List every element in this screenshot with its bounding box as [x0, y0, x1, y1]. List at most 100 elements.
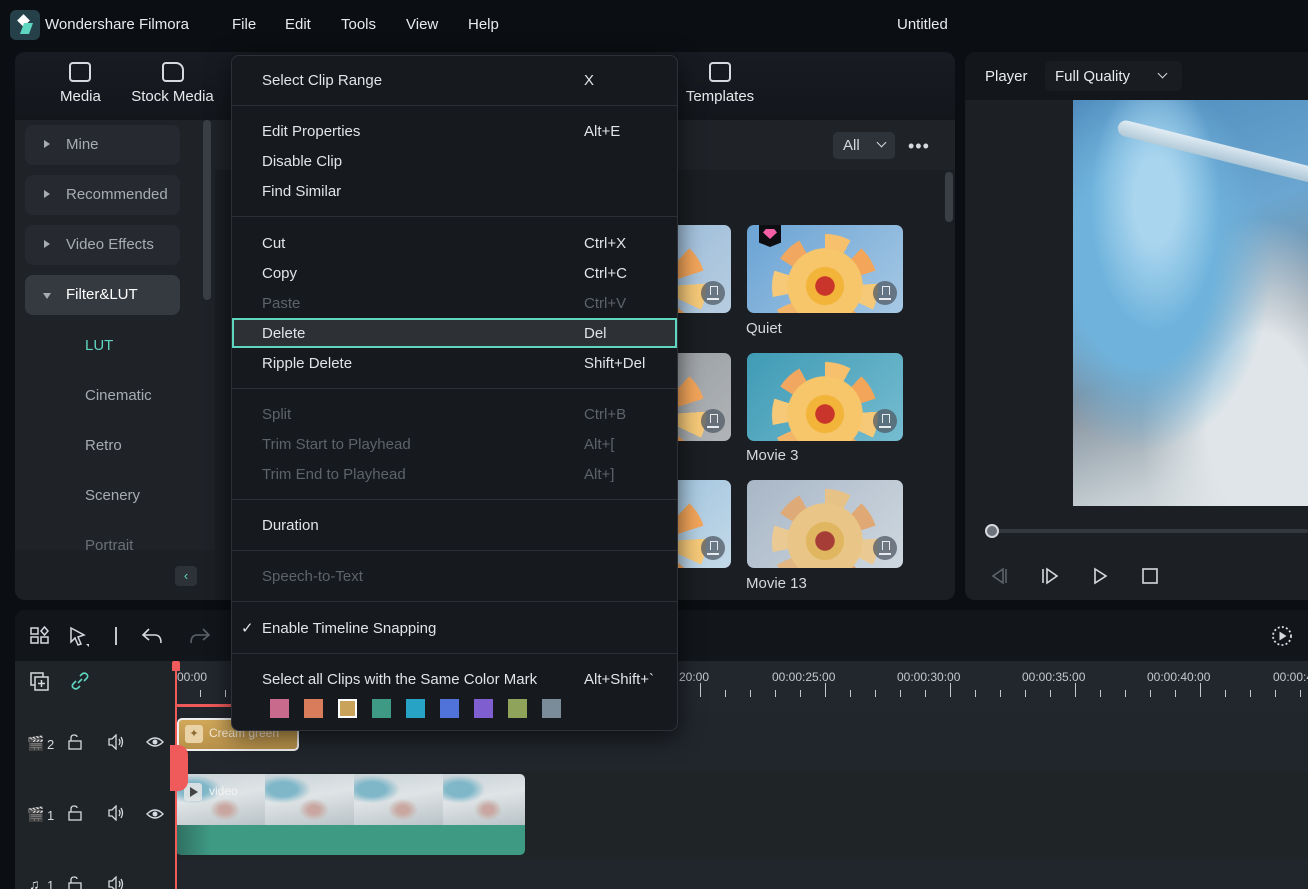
- color-mark-swatch[interactable]: [406, 699, 425, 718]
- play-icon[interactable]: [1088, 564, 1112, 588]
- menu-item-select-clip-range[interactable]: Select Clip Range X: [232, 65, 677, 95]
- layout-grid-icon[interactable]: [30, 626, 50, 646]
- menu-item-disable-clip[interactable]: Disable Clip: [232, 146, 677, 176]
- effect-thumbnail-movie-13[interactable]: [747, 480, 903, 568]
- menu-item-copy[interactable]: Copy Ctrl+C: [232, 258, 677, 288]
- audio-track-icon: ♫: [29, 876, 40, 889]
- menu-item-speech-to-text[interactable]: Speech-to-Text: [232, 561, 677, 591]
- cloud-folder-icon: [161, 62, 184, 82]
- menu-edit[interactable]: Edit: [285, 16, 311, 33]
- effect-thumbnail-movie-3[interactable]: [747, 353, 903, 441]
- next-frame-icon[interactable]: [1038, 564, 1062, 588]
- menu-item-find-similar[interactable]: Find Similar: [232, 176, 677, 206]
- link-icon[interactable]: [70, 671, 90, 691]
- visibility-eye-icon[interactable]: [146, 808, 164, 820]
- title-bar: [0, 0, 1308, 50]
- menu-item-paste[interactable]: Paste Ctrl+V: [232, 288, 677, 318]
- sidebar-item-filter-lut[interactable]: Filter&LUT: [25, 275, 180, 315]
- sidebar-item-recommended[interactable]: Recommended: [25, 175, 180, 215]
- select-tool-icon[interactable]: [68, 626, 90, 648]
- download-icon[interactable]: [701, 281, 725, 305]
- ruler-tick: [850, 690, 851, 697]
- color-mark-swatch[interactable]: [338, 699, 357, 718]
- thumbnail-label: Movie 3: [746, 447, 799, 464]
- video-track-icon: 🎬: [27, 735, 45, 751]
- add-track-icon[interactable]: [30, 672, 50, 692]
- video-clip[interactable]: video: [176, 774, 525, 855]
- download-icon[interactable]: [873, 281, 897, 305]
- sidebar-subitem-cinematic[interactable]: Cinematic: [85, 387, 152, 404]
- menu-help[interactable]: Help: [468, 16, 499, 33]
- menu-separator: [232, 550, 677, 551]
- color-mark-swatch[interactable]: [542, 699, 561, 718]
- scrubber-handle[interactable]: [985, 524, 999, 538]
- visibility-eye-icon[interactable]: [146, 736, 164, 748]
- ruler-tick: [825, 683, 826, 697]
- download-icon[interactable]: [873, 536, 897, 560]
- menu-view[interactable]: View: [406, 16, 438, 33]
- color-mark-swatch[interactable]: [304, 699, 323, 718]
- download-icon[interactable]: [701, 536, 725, 560]
- tab-stock-media[interactable]: Stock Media: [130, 62, 215, 105]
- ruler-tick: [200, 690, 201, 697]
- menu-item-split[interactable]: Split Ctrl+B: [232, 399, 677, 429]
- sidebar-scrollbar[interactable]: [203, 120, 211, 300]
- menu-item-delete[interactable]: Delete Del: [232, 318, 677, 348]
- menu-item-trim-start[interactable]: Trim Start to Playhead Alt+[: [232, 429, 677, 459]
- collapse-sidebar-button[interactable]: ‹: [175, 566, 197, 586]
- menu-item-select-same-color[interactable]: Select all Clips with the Same Color Mar…: [232, 664, 677, 694]
- menu-tools[interactable]: Tools: [341, 16, 376, 33]
- effect-thumbnail-quiet[interactable]: [747, 225, 903, 313]
- ruler-range-marker: [175, 704, 237, 707]
- lock-icon[interactable]: [68, 805, 82, 821]
- filter-dropdown[interactable]: All: [833, 132, 895, 159]
- sidebar-subitem-lut[interactable]: LUT: [85, 337, 113, 354]
- volume-icon[interactable]: [107, 876, 125, 889]
- quality-dropdown[interactable]: Full Quality: [1045, 61, 1182, 91]
- color-mark-swatch[interactable]: [270, 699, 289, 718]
- playhead-top-handle[interactable]: [172, 661, 180, 671]
- volume-icon[interactable]: [107, 805, 125, 821]
- timecode-label: 00:00:40:00: [1147, 670, 1211, 684]
- menu-item-enable-timeline-snapping[interactable]: ✓ Enable Timeline Snapping: [232, 613, 677, 643]
- ruler-tick: [1175, 690, 1176, 697]
- menu-item-trim-end[interactable]: Trim End to Playhead Alt+]: [232, 459, 677, 489]
- undo-icon[interactable]: [141, 626, 163, 646]
- video-frame: [354, 774, 443, 825]
- menu-item-edit-properties[interactable]: Edit Properties Alt+E: [232, 116, 677, 146]
- color-mark-swatch[interactable]: [508, 699, 527, 718]
- sidebar-subitem-retro[interactable]: Retro: [85, 437, 122, 454]
- menu-item-cut[interactable]: Cut Ctrl+X: [232, 228, 677, 258]
- content-scrollbar[interactable]: [945, 172, 953, 222]
- menu-item-ripple-delete[interactable]: Ripple Delete Shift+Del: [232, 348, 677, 378]
- timecode-label: 20:00: [679, 670, 710, 684]
- chevron-down-icon: [876, 137, 887, 148]
- ruler-tick: [725, 690, 726, 697]
- ruler-tick: [1300, 690, 1301, 697]
- volume-icon[interactable]: [107, 734, 125, 750]
- color-mark-swatch[interactable]: [372, 699, 391, 718]
- more-options-button[interactable]: •••: [908, 136, 930, 157]
- sidebar-item-video-effects[interactable]: Video Effects: [25, 225, 180, 265]
- sidebar-item-mine[interactable]: Mine: [25, 125, 180, 165]
- ruler-tick: [750, 690, 751, 697]
- clip-audio-waveform: [176, 825, 525, 855]
- sidebar-subitem-scenery[interactable]: Scenery: [85, 487, 140, 504]
- color-mark-swatch[interactable]: [474, 699, 493, 718]
- stop-icon[interactable]: [1138, 564, 1162, 588]
- download-icon[interactable]: [873, 409, 897, 433]
- playhead-grab-handle[interactable]: [170, 745, 188, 791]
- previous-frame-icon[interactable]: [987, 564, 1011, 588]
- timecode-label: 00:00:25:00: [772, 670, 836, 684]
- render-preview-icon[interactable]: [1271, 625, 1293, 647]
- download-icon[interactable]: [701, 409, 725, 433]
- menu-file[interactable]: File: [232, 16, 256, 33]
- lock-icon[interactable]: [68, 876, 82, 889]
- tab-media[interactable]: Media: [60, 62, 101, 105]
- menu-item-duration[interactable]: Duration: [232, 510, 677, 540]
- lock-icon[interactable]: [68, 734, 82, 750]
- tab-templates[interactable]: Templates: [685, 62, 755, 105]
- redo-icon[interactable]: [189, 626, 211, 646]
- playback-scrubber[interactable]: [995, 529, 1308, 533]
- color-mark-swatch[interactable]: [440, 699, 459, 718]
